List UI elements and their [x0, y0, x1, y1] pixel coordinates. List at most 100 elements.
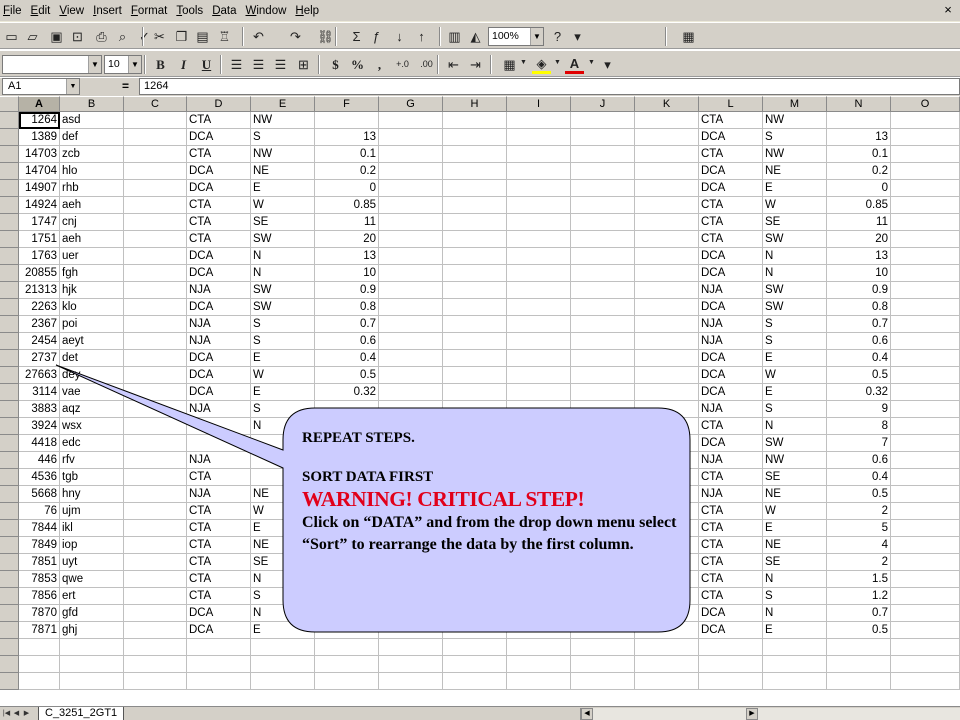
font-size-combo-dropdown-icon[interactable]: ▼ [128, 56, 141, 73]
cell-e[interactable] [251, 656, 315, 673]
cell-e[interactable]: NW [251, 146, 315, 163]
cell-o[interactable] [891, 282, 960, 299]
cell-i[interactable] [507, 146, 571, 163]
row-header[interactable] [0, 299, 19, 316]
cell-c[interactable] [124, 163, 187, 180]
cell-b[interactable]: rfv [60, 452, 124, 469]
cell-o[interactable] [891, 265, 960, 282]
cell-f[interactable] [315, 571, 379, 588]
cell-h[interactable] [443, 333, 507, 350]
cell-m[interactable]: NW [763, 146, 827, 163]
cell-m[interactable]: NE [763, 486, 827, 503]
cell-m[interactable]: SW [763, 231, 827, 248]
cell-a[interactable]: 1747 [19, 214, 60, 231]
row-header[interactable] [0, 333, 19, 350]
cell-m[interactable]: S [763, 333, 827, 350]
row-header[interactable] [0, 367, 19, 384]
cell-j[interactable] [571, 265, 635, 282]
cell-a[interactable] [19, 639, 60, 656]
cell-k[interactable] [635, 265, 699, 282]
cell-c[interactable] [124, 588, 187, 605]
cell-d[interactable]: NJA [187, 452, 251, 469]
borders-dropdown-icon[interactable]: ▼ [520, 59, 527, 66]
cell-b[interactable]: klo [60, 299, 124, 316]
column-header-h[interactable]: H [443, 96, 507, 112]
cell-l[interactable]: NJA [699, 401, 763, 418]
cell-f[interactable]: 0.6 [315, 333, 379, 350]
cell-b[interactable]: asd [60, 112, 124, 129]
comma-button[interactable]: , [370, 55, 389, 74]
cell-h[interactable] [443, 571, 507, 588]
row-header[interactable] [0, 605, 19, 622]
print-preview-icon[interactable]: ⌕ [113, 27, 132, 46]
cell-h[interactable] [443, 163, 507, 180]
cell-a[interactable]: 27663 [19, 367, 60, 384]
cell-l[interactable]: DCA [699, 248, 763, 265]
cell-c[interactable] [124, 418, 187, 435]
row-header[interactable] [0, 316, 19, 333]
cell-o[interactable] [891, 197, 960, 214]
cell-l[interactable]: CTA [699, 146, 763, 163]
cell-j[interactable] [571, 622, 635, 639]
cell-o[interactable] [891, 588, 960, 605]
cell-n[interactable]: 4 [827, 537, 891, 554]
cell-j[interactable] [571, 639, 635, 656]
cell-b[interactable]: cnj [60, 214, 124, 231]
cell-h[interactable] [443, 605, 507, 622]
cell-k[interactable] [635, 554, 699, 571]
cell-g[interactable] [379, 554, 443, 571]
bold-button[interactable]: B [151, 55, 170, 74]
cell-m[interactable]: W [763, 503, 827, 520]
cell-m[interactable]: E [763, 384, 827, 401]
print-icon[interactable]: ⎙ [92, 27, 111, 46]
cell-g[interactable] [379, 163, 443, 180]
cell-n[interactable]: 2 [827, 503, 891, 520]
cell-f[interactable] [315, 554, 379, 571]
format-painter-icon[interactable]: ♖ [215, 27, 234, 46]
menu-tools[interactable]: Tools [173, 2, 209, 20]
row-header[interactable] [0, 656, 19, 673]
cell-k[interactable] [635, 622, 699, 639]
cell-g[interactable] [379, 112, 443, 129]
hyperlink-icon[interactable]: ⛓ [316, 27, 335, 46]
row-header[interactable] [0, 435, 19, 452]
cell-k[interactable] [635, 231, 699, 248]
cell-f[interactable]: 11 [315, 214, 379, 231]
cell-l[interactable]: NJA [699, 486, 763, 503]
cell-l[interactable]: CTA [699, 554, 763, 571]
cell-l[interactable]: CTA [699, 520, 763, 537]
cell-n[interactable]: 0 [827, 180, 891, 197]
cell-a[interactable]: 7851 [19, 554, 60, 571]
cell-g[interactable] [379, 673, 443, 690]
cell-j[interactable] [571, 316, 635, 333]
cell-k[interactable] [635, 571, 699, 588]
column-header-i[interactable]: I [507, 96, 571, 112]
cell-a[interactable] [19, 673, 60, 690]
cell-c[interactable] [124, 197, 187, 214]
cell-b[interactable]: aeh [60, 197, 124, 214]
cell-g[interactable] [379, 384, 443, 401]
cell-n[interactable]: 0.32 [827, 384, 891, 401]
cell-m[interactable] [763, 639, 827, 656]
cell-c[interactable] [124, 214, 187, 231]
cell-a[interactable]: 2737 [19, 350, 60, 367]
row-header[interactable] [0, 469, 19, 486]
cell-b[interactable]: rhb [60, 180, 124, 197]
row-header[interactable] [0, 384, 19, 401]
decrease-decimal-button[interactable]: .00 [417, 55, 436, 74]
cell-l[interactable] [699, 656, 763, 673]
cell-g[interactable] [379, 656, 443, 673]
cell-a[interactable]: 2263 [19, 299, 60, 316]
cell-c[interactable] [124, 282, 187, 299]
cell-j[interactable] [571, 146, 635, 163]
cell-c[interactable] [124, 605, 187, 622]
cell-f[interactable]: 0.85 [315, 197, 379, 214]
cell-k[interactable] [635, 350, 699, 367]
cell-b[interactable]: dey [60, 367, 124, 384]
cell-o[interactable] [891, 180, 960, 197]
cell-o[interactable] [891, 231, 960, 248]
cell-a[interactable]: 20855 [19, 265, 60, 282]
cell-o[interactable] [891, 486, 960, 503]
cell-k[interactable] [635, 656, 699, 673]
cell-c[interactable] [124, 571, 187, 588]
